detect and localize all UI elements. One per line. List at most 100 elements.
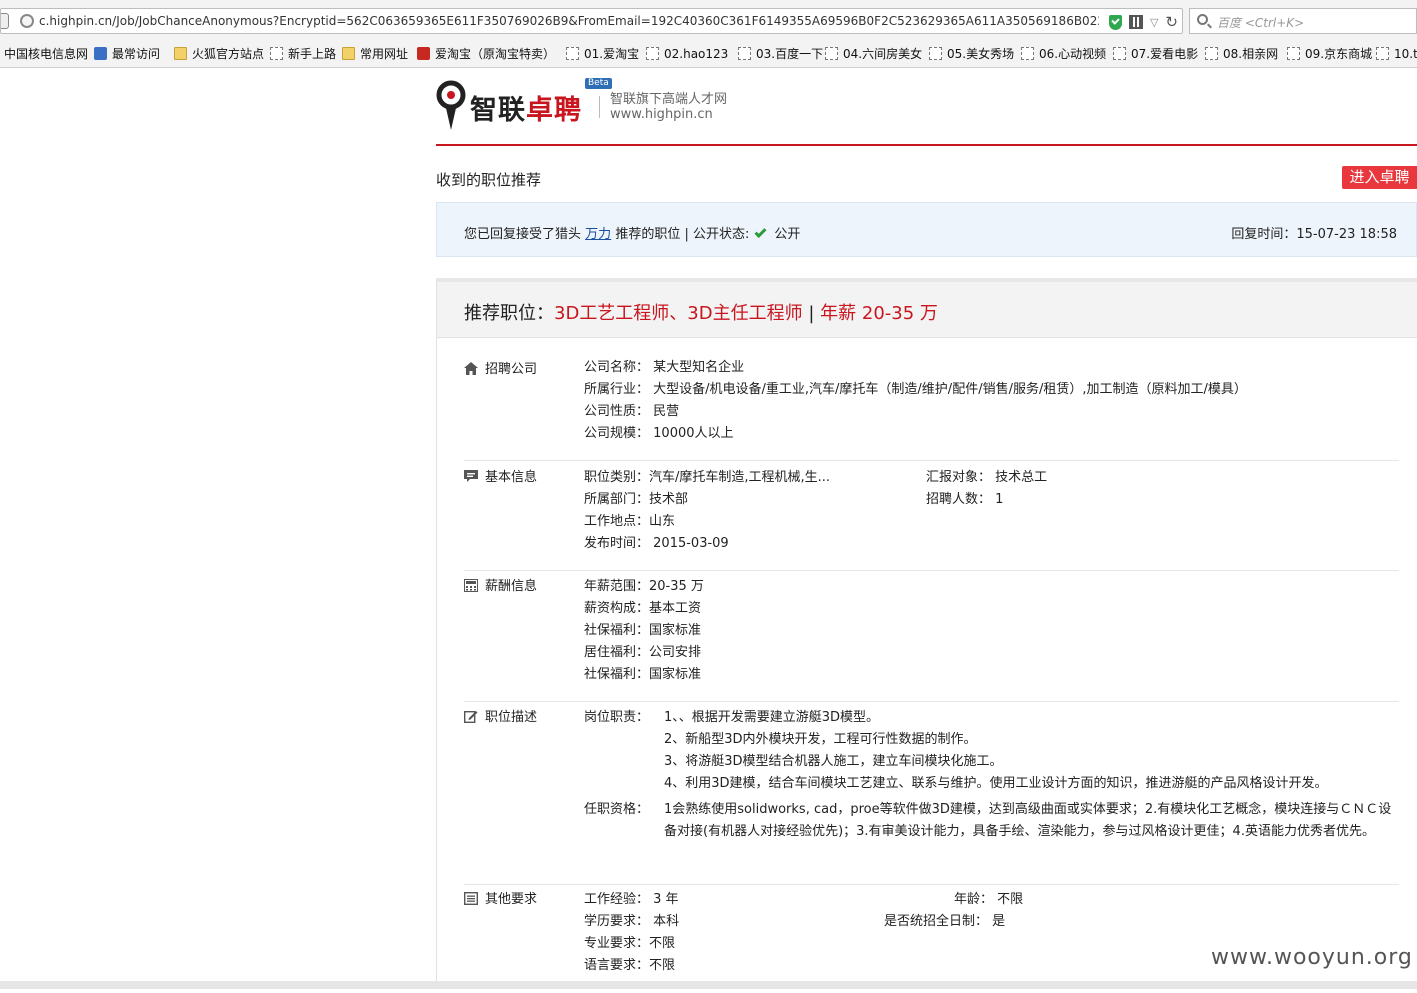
reply-status-bar: 您已回复接受了猎头 万力 推荐的职位 | 公开状态: 公开 回复时间：15-07-… — [436, 202, 1417, 257]
bookmark-item[interactable]: 10.t — [1376, 43, 1417, 65]
page-icon — [825, 47, 838, 60]
edit-icon — [464, 711, 478, 723]
section-description-title: 职位描述 — [485, 710, 538, 725]
category-key: 职位类别： — [584, 470, 650, 485]
page-icon — [646, 47, 659, 60]
bookmark-label: 10.t — [1394, 47, 1417, 61]
bookmark-icon — [417, 47, 430, 60]
recommend-label: 推荐职位： — [464, 303, 554, 324]
salary-range-key: 年薪范围： — [584, 579, 650, 594]
language-value: 不限 — [649, 958, 676, 973]
duty-item: 1、、根据开发需要建立游艇3D模型。 — [664, 710, 880, 725]
page-icon — [566, 47, 579, 60]
search-placeholder: 百度 <Ctrl+K> — [1217, 16, 1305, 30]
page-icon — [1113, 47, 1126, 60]
dept-value: 技术部 — [649, 492, 689, 507]
company-name-row: 公司名称： 某大型知名企业 — [584, 357, 744, 379]
experience-key: 工作经验： — [584, 892, 650, 907]
salary-struct-row: 薪资构成：基本工资 — [584, 598, 701, 620]
company-name-value: 某大型知名企业 — [653, 360, 745, 375]
search-box[interactable]: 百度 <Ctrl+K> — [1189, 8, 1417, 34]
section-company-label: 招聘公司 — [464, 358, 537, 377]
report-key: 汇报对象： — [926, 470, 992, 485]
dropdown-arrow-icon[interactable]: ▽ — [1150, 16, 1158, 29]
bookmark-item[interactable]: 09.京东商城 — [1287, 43, 1372, 65]
post-date-value: 2015-03-09 — [653, 536, 729, 551]
reply-time-label: 回复时间： — [1231, 227, 1297, 242]
bookmark-item[interactable]: 05.美女秀场 — [929, 43, 1014, 65]
reply-summary: 您已回复接受了猎头 万力 推荐的职位 | 公开状态: 公开 — [464, 223, 800, 242]
browser-chrome: c.highpin.cn/Job/JobChanceAnonymous?Encr… — [0, 0, 1417, 68]
section-salary: 薪酬信息 年薪范围：20-35 万 薪资构成：基本工资 社保福利：国家标准 居住… — [464, 579, 1399, 702]
bookmark-label: 04.六间房美女 — [843, 47, 923, 61]
section-other: 其他要求 工作经验： 3 年 年龄： 不限 学历要求： 本科 是否统招全日制： … — [464, 888, 1399, 993]
security-shield-icon[interactable] — [1108, 14, 1122, 30]
site-header: 智联卓聘 Beta 智联旗下高端人才网 www.highpin.cn — [436, 68, 1417, 146]
major-row: 专业要求：不限 — [584, 933, 675, 955]
reload-icon[interactable]: ↻ — [1165, 13, 1178, 31]
category-value: 汽车/摩托车制造,工程机械,生... — [649, 470, 831, 485]
magnifier-pin-logo-icon[interactable] — [436, 80, 467, 132]
address-bar[interactable]: c.highpin.cn/Job/JobChanceAnonymous?Encr… — [0, 8, 1183, 34]
reply-prefix: 您已回复接受了猎头 — [464, 227, 582, 242]
bookmark-item[interactable]: 06.心动视频 — [1021, 43, 1106, 65]
bookmark-item[interactable]: 04.六间房美女 — [825, 43, 922, 65]
recommended-position-title: 推荐职位：3D工艺工程师、3D主任工程师 | 年薪 20-35 万 — [464, 299, 938, 325]
section-salary-title: 薪酬信息 — [485, 579, 538, 594]
enter-zhuopin-button[interactable]: 进入卓聘 — [1342, 166, 1417, 189]
headcount-value: 1 — [995, 492, 1004, 507]
recommend-separator: | — [808, 303, 815, 324]
section-salary-label: 薪酬信息 — [464, 575, 537, 594]
bookmark-item[interactable]: 常用网址 — [342, 43, 408, 65]
brand-name-part2: 卓聘 — [526, 95, 582, 126]
housing-key: 居住福利： — [584, 645, 650, 660]
list-icon — [464, 892, 478, 905]
major-key: 专业要求： — [584, 936, 650, 951]
bookmark-item[interactable]: 07.爱看电影 — [1113, 43, 1198, 65]
duty-item: 4、利用3D建模，结合车间模块工艺建立、联系与维护。使用工业设计方面的知识，推进… — [664, 776, 1328, 791]
company-industry-value: 大型设备/机电设备/重工业,汽车/摩托车（制造/维护/配件/销售/服务/租赁）,… — [653, 382, 1247, 397]
salary-range-row: 年薪范围：20-35 万 — [584, 576, 704, 598]
bookmark-item[interactable]: 最常访问 — [94, 43, 160, 65]
page-icon — [1287, 47, 1300, 60]
bookmark-label: 07.爱看电影 — [1131, 47, 1199, 61]
bookmark-item[interactable]: 02.hao123 — [646, 43, 728, 65]
page-icon — [929, 47, 942, 60]
watermark: www.wooyun.org — [1211, 945, 1413, 970]
bookmark-label: 火狐官方站点 — [192, 47, 265, 61]
fulltime-value: 是 — [992, 914, 1006, 929]
bookmark-item[interactable]: 03.百度一下 — [738, 43, 823, 65]
qr-code-icon[interactable] — [1128, 15, 1143, 29]
social2-value: 国家标准 — [649, 667, 702, 682]
social2-key: 社保福利： — [584, 667, 650, 682]
bookmark-label: 01.爱淘宝 — [584, 47, 640, 61]
company-nature-key: 公司性质： — [584, 404, 650, 419]
social2-row: 社保福利：国家标准 — [584, 664, 701, 686]
back-button-icon[interactable] — [1, 13, 9, 29]
qualification-key: 任职资格： — [584, 802, 650, 817]
bookmark-item[interactable]: 新手上路 — [270, 43, 336, 65]
bookmark-item[interactable]: 火狐官方站点 — [174, 43, 264, 65]
education-key: 学历要求： — [584, 914, 650, 929]
globe-icon — [20, 14, 34, 28]
duty-item: 3、将游艇3D模型结合机器人施工，建立车间模块化施工。 — [664, 754, 1003, 769]
brand-name[interactable]: 智联卓聘 — [470, 88, 582, 127]
page-icon — [738, 47, 751, 60]
calculator-icon — [464, 579, 478, 592]
bookmark-item[interactable]: 中国核电信息网 — [4, 43, 88, 65]
url-text[interactable]: c.highpin.cn/Job/JobChanceAnonymous?Encr… — [39, 14, 1099, 28]
headhunter-link[interactable]: 万力 — [585, 227, 611, 242]
headcount-key: 招聘人数： — [926, 492, 992, 507]
bookmark-item[interactable]: 08.相亲网 — [1205, 43, 1278, 65]
bookmark-label: 09.京东商城 — [1305, 47, 1373, 61]
bookmark-label: 常用网址 — [360, 47, 409, 61]
company-size-row: 公司规模： 10000人以上 — [584, 423, 734, 445]
dept-key: 所属部门： — [584, 492, 650, 507]
beta-badge: Beta — [585, 78, 612, 89]
section-basic-title: 基本信息 — [485, 470, 538, 485]
bookmark-item[interactable]: 01.爱淘宝 — [566, 43, 639, 65]
post-date-row: 发布时间： 2015-03-09 — [584, 533, 729, 555]
qualification-value: 1会熟练使用solidworks, cad，proe等软件做3D建模，达到高级曲… — [664, 802, 1392, 839]
company-industry-key: 所属行业： — [584, 382, 650, 397]
bookmark-item[interactable]: 爱淘宝（原淘宝特卖） — [417, 43, 555, 65]
